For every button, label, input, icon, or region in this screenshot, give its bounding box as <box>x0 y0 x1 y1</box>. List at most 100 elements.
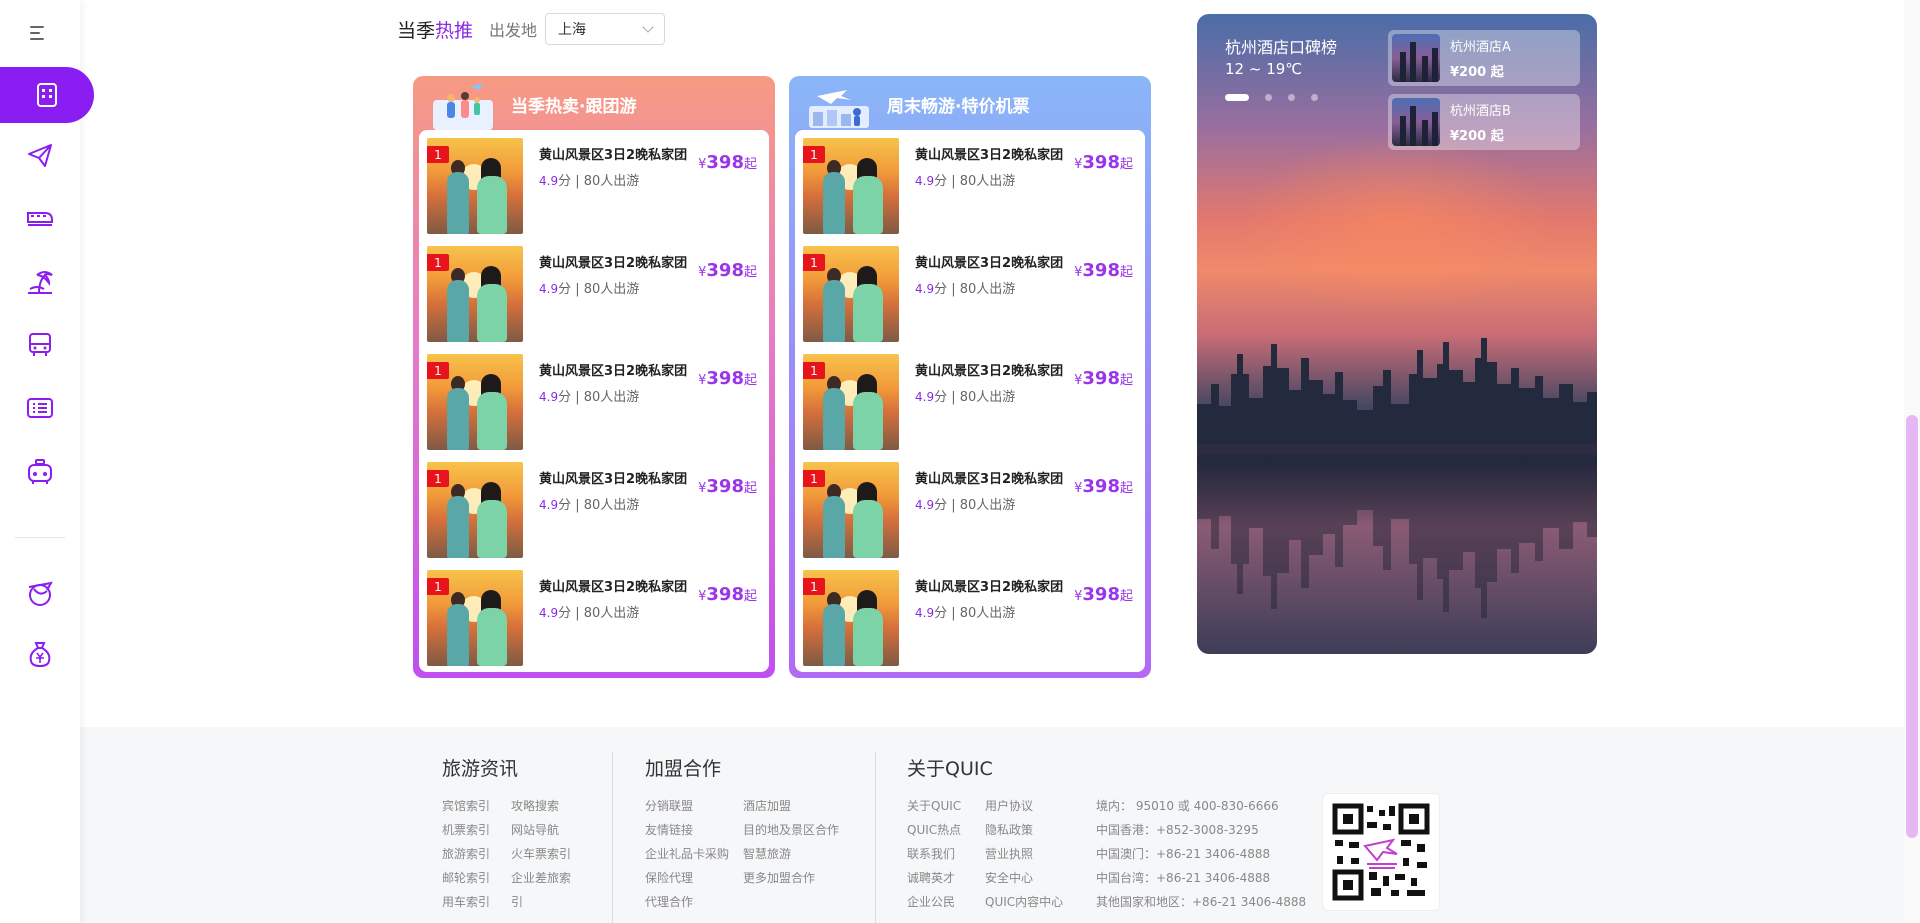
product-row[interactable]: 1 黄山风景区3日2晚私家团 4.9分 | 80人出游 ¥398起 <box>803 138 1135 246</box>
footer-link[interactable]: 其他国家和地区：+86-21 3406-4888 <box>1096 893 1306 910</box>
footer-link[interactable]: 中国台湾：+86-21 3406-4888 <box>1096 869 1270 886</box>
footer-link[interactable]: 网站导航 <box>511 821 559 838</box>
card-title: 周末畅游·特价机票 <box>887 97 1030 117</box>
product-row[interactable]: 1 黄山风景区3日2晚私家团 4.9分 | 80人出游 ¥398起 <box>803 570 1135 678</box>
product-thumbnail[interactable]: 1 <box>427 138 523 234</box>
product-name[interactable]: 黄山风景区3日2晚私家团 <box>915 470 1067 490</box>
product-score: 4.9 <box>915 390 935 404</box>
footer-link[interactable]: 关于QUIC <box>907 797 961 814</box>
product-thumbnail[interactable]: 1 <box>427 354 523 450</box>
product-thumbnail[interactable]: 1 <box>803 138 899 234</box>
footer-link[interactable]: 保险代理 <box>645 869 693 886</box>
nav-visa[interactable] <box>0 574 80 614</box>
footer-link[interactable]: 中国香港：+852-3008-3295 <box>1096 821 1259 838</box>
footer-link[interactable]: 隐私政策 <box>985 821 1033 838</box>
footer-link[interactable]: 分销联盟 <box>645 797 693 814</box>
product-name[interactable]: 黄山风景区3日2晚私家团 <box>915 578 1067 598</box>
nav-taxi[interactable] <box>0 452 80 492</box>
footer-link[interactable]: 诚聘英才 <box>907 869 955 886</box>
product-price: ¥398起 <box>1074 476 1133 497</box>
footer-link[interactable]: 邮轮索引 <box>442 869 490 886</box>
product-name[interactable]: 黄山风景区3日2晚私家团 <box>539 362 691 382</box>
nav-tickets[interactable] <box>0 388 80 428</box>
product-thumbnail[interactable]: 1 <box>427 246 523 342</box>
page-scrollbar[interactable] <box>1906 415 1918 838</box>
visa-icon <box>28 581 53 606</box>
depart-city-select[interactable]: 上海 <box>545 13 666 45</box>
product-thumbnail[interactable]: 1 <box>427 462 523 558</box>
footer-link[interactable]: QUIC内容中心 <box>985 893 1063 910</box>
product-row[interactable]: 1 黄山风景区3日2晚私家团 4.9分 | 80人出游 ¥398起 <box>803 354 1135 462</box>
nav-bus[interactable] <box>0 325 80 365</box>
carousel-dot[interactable] <box>1311 94 1318 101</box>
footer-link[interactable]: 引 <box>511 893 523 910</box>
footer-link[interactable]: 目的地及景区合作 <box>743 821 839 838</box>
product-row[interactable]: 1 黄山风景区3日2晚私家团 4.9分 | 80人出游 ¥398起 <box>427 138 759 246</box>
carousel-dot[interactable] <box>1288 94 1295 101</box>
product-name[interactable]: 黄山风景区3日2晚私家团 <box>539 146 691 166</box>
footer-link[interactable]: 企业礼品卡采购 <box>645 845 729 862</box>
product-row[interactable]: 1 黄山风景区3日2晚私家团 4.9分 | 80人出游 ¥398起 <box>427 570 759 678</box>
score-unit: 分 <box>934 606 948 621</box>
footer-link[interactable]: 机票索引 <box>442 821 490 838</box>
product-row[interactable]: 1 黄山风景区3日2晚私家团 4.9分 | 80人出游 ¥398起 <box>803 462 1135 570</box>
hotel-card-a[interactable]: 杭州酒店A ¥200 起 <box>1388 30 1580 86</box>
footer-link[interactable]: 中国澳门：+86-21 3406-4888 <box>1096 845 1270 862</box>
price-suffix: 起 <box>1119 481 1133 496</box>
product-thumbnail[interactable]: 1 <box>803 354 899 450</box>
hotel-thumbnail <box>1392 98 1440 146</box>
footer-link[interactable]: 更多加盟合作 <box>743 869 815 886</box>
footer-link[interactable]: 旅游索引 <box>442 845 490 862</box>
footer-link[interactable]: 友情链接 <box>645 821 693 838</box>
product-price: ¥398起 <box>1074 152 1133 173</box>
rank-badge: 1 <box>803 254 825 271</box>
product-name[interactable]: 黄山风景区3日2晚私家团 <box>539 578 691 598</box>
footer-link[interactable]: 安全中心 <box>985 869 1033 886</box>
nav-train[interactable] <box>0 198 80 238</box>
product-name[interactable]: 黄山风景区3日2晚私家团 <box>915 362 1067 382</box>
nav-flight[interactable] <box>0 135 80 175</box>
footer-link[interactable]: 用车索引 <box>442 893 490 910</box>
product-name[interactable]: 黄山风景区3日2晚私家团 <box>915 254 1067 274</box>
footer-link[interactable]: 营业执照 <box>985 845 1033 862</box>
product-thumbnail[interactable]: 1 <box>427 570 523 666</box>
footer-link[interactable]: 用户协议 <box>985 797 1033 814</box>
product-row[interactable]: 1 黄山风景区3日2晚私家团 4.9分 | 80人出游 ¥398起 <box>427 462 759 570</box>
carousel-dot[interactable] <box>1225 94 1249 101</box>
footer-link[interactable]: 企业差旅索 <box>511 869 571 886</box>
nav-vacation[interactable] <box>0 262 80 302</box>
footer-link[interactable]: 联系我们 <box>907 845 955 862</box>
banner-temperature: 12 ~ 19℃ <box>1225 60 1303 78</box>
menu-toggle-icon[interactable] <box>30 26 50 42</box>
footer-link[interactable]: 攻略搜索 <box>511 797 559 814</box>
nav-hotel[interactable] <box>0 67 94 123</box>
price-value: 398 <box>706 476 744 497</box>
product-row[interactable]: 1 黄山风景区3日2晚私家团 4.9分 | 80人出游 ¥398起 <box>427 246 759 354</box>
footer-link[interactable]: QUIC热点 <box>907 821 961 838</box>
footer-link[interactable]: 火车票索引 <box>511 845 571 862</box>
footer-link[interactable]: 酒店加盟 <box>743 797 791 814</box>
product-row[interactable]: 1 黄山风景区3日2晚私家团 4.9分 | 80人出游 ¥398起 <box>427 354 759 462</box>
footer-link[interactable]: 宾馆索引 <box>442 797 490 814</box>
footer-link[interactable]: 境内： 95010 或 400-830-6666 <box>1096 797 1279 814</box>
price-value: 398 <box>706 368 744 389</box>
nav-finance[interactable] <box>0 634 80 674</box>
hotel-ranking-banner[interactable]: 杭州酒店口碑榜 12 ~ 19℃ 杭州酒店A ¥200 起 杭州酒店B ¥200… <box>1197 14 1597 654</box>
product-row[interactable]: 1 黄山风景区3日2晚私家团 4.9分 | 80人出游 ¥398起 <box>803 246 1135 354</box>
product-name[interactable]: 黄山风景区3日2晚私家团 <box>915 146 1067 166</box>
product-score: 4.9 <box>539 282 559 296</box>
product-name[interactable]: 黄山风景区3日2晚私家团 <box>539 254 691 274</box>
carousel-dot[interactable] <box>1265 94 1272 101</box>
ticket-list-icon <box>27 398 53 418</box>
hotel-card-b[interactable]: 杭州酒店B ¥200 起 <box>1388 94 1580 150</box>
product-thumbnail[interactable]: 1 <box>803 462 899 558</box>
hotel-price: ¥200 起 <box>1450 129 1504 144</box>
product-name[interactable]: 黄山风景区3日2晚私家团 <box>539 470 691 490</box>
product-thumbnail[interactable]: 1 <box>803 570 899 666</box>
footer-link[interactable]: 代理合作 <box>645 893 693 910</box>
product-thumbnail[interactable]: 1 <box>803 246 899 342</box>
footer-link[interactable]: 企业公民 <box>907 893 955 910</box>
product-score: 4.9 <box>915 174 935 188</box>
footer-link[interactable]: 智慧旅游 <box>743 845 791 862</box>
rank-badge: 1 <box>803 470 825 487</box>
